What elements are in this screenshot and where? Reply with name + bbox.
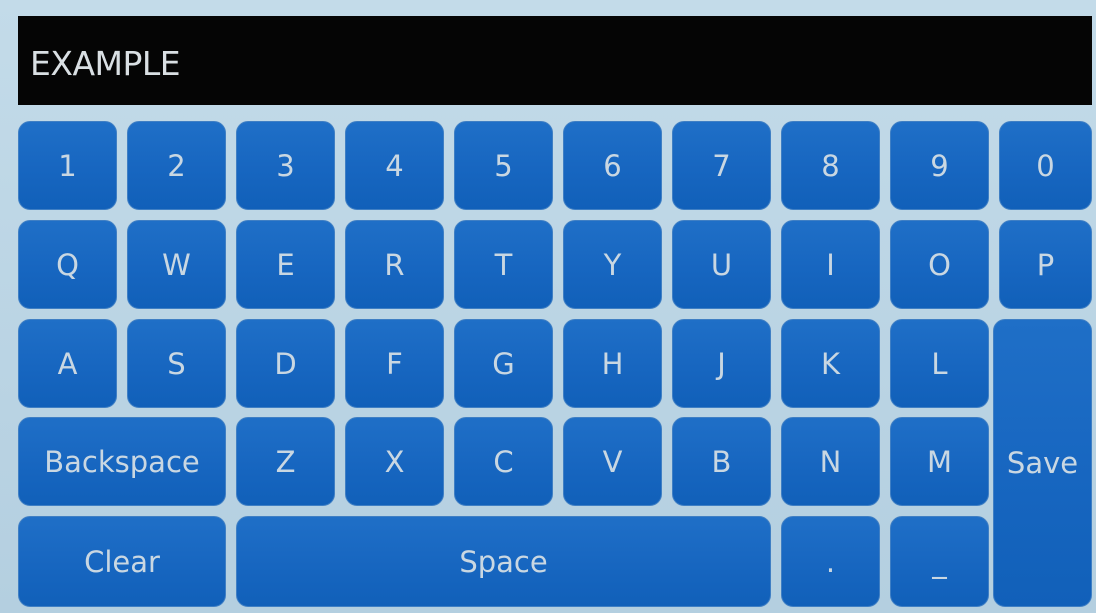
- key-h[interactable]: H: [563, 319, 662, 408]
- key-9[interactable]: 9: [890, 121, 989, 210]
- on-screen-keyboard: 1 2 3 4 5 6 7 8 9 0 Q W E R T Y U I O P …: [0, 0, 1096, 613]
- key-n[interactable]: N: [781, 417, 880, 506]
- key-underscore[interactable]: _: [890, 516, 989, 607]
- key-c[interactable]: C: [454, 417, 553, 506]
- space-button[interactable]: Space: [236, 516, 771, 607]
- key-j[interactable]: J: [672, 319, 771, 408]
- key-z[interactable]: Z: [236, 417, 335, 506]
- key-e[interactable]: E: [236, 220, 335, 309]
- save-button[interactable]: Save: [993, 319, 1092, 607]
- key-s[interactable]: S: [127, 319, 226, 408]
- key-i[interactable]: I: [781, 220, 880, 309]
- key-d[interactable]: D: [236, 319, 335, 408]
- key-v[interactable]: V: [563, 417, 662, 506]
- key-f[interactable]: F: [345, 319, 444, 408]
- key-7[interactable]: 7: [672, 121, 771, 210]
- key-8[interactable]: 8: [781, 121, 880, 210]
- key-u[interactable]: U: [672, 220, 771, 309]
- key-q[interactable]: Q: [18, 220, 117, 309]
- key-period[interactable]: .: [781, 516, 880, 607]
- key-b[interactable]: B: [672, 417, 771, 506]
- backspace-button[interactable]: Backspace: [18, 417, 226, 506]
- key-1[interactable]: 1: [18, 121, 117, 210]
- key-p[interactable]: P: [999, 220, 1092, 309]
- key-5[interactable]: 5: [454, 121, 553, 210]
- key-m[interactable]: M: [890, 417, 989, 506]
- clear-button[interactable]: Clear: [18, 516, 226, 607]
- key-y[interactable]: Y: [563, 220, 662, 309]
- key-a[interactable]: A: [18, 319, 117, 408]
- key-k[interactable]: K: [781, 319, 880, 408]
- key-3[interactable]: 3: [236, 121, 335, 210]
- key-x[interactable]: X: [345, 417, 444, 506]
- key-o[interactable]: O: [890, 220, 989, 309]
- key-0[interactable]: 0: [999, 121, 1092, 210]
- key-w[interactable]: W: [127, 220, 226, 309]
- key-g[interactable]: G: [454, 319, 553, 408]
- keyboard-screen: EXAMPLE 1 2 3 4 5 6 7 8 9 0 Q W E R T Y …: [0, 0, 1096, 613]
- key-6[interactable]: 6: [563, 121, 662, 210]
- key-2[interactable]: 2: [127, 121, 226, 210]
- key-t[interactable]: T: [454, 220, 553, 309]
- key-r[interactable]: R: [345, 220, 444, 309]
- key-4[interactable]: 4: [345, 121, 444, 210]
- key-l[interactable]: L: [890, 319, 989, 408]
